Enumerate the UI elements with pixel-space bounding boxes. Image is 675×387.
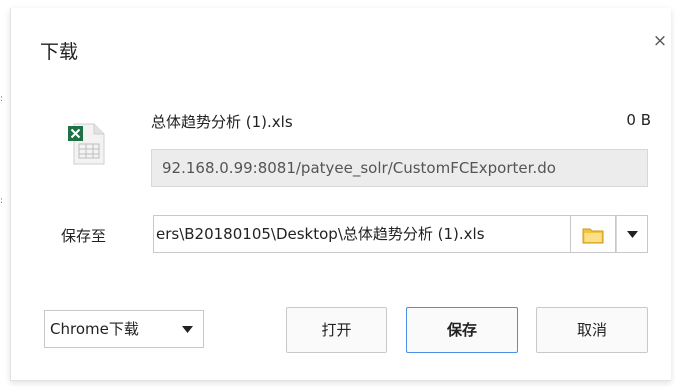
edge-artifact: : — [0, 196, 4, 206]
chevron-down-icon — [627, 231, 638, 238]
file-size: 0 B — [626, 111, 651, 129]
edge-artifact: : — [0, 94, 4, 104]
browse-folder-button[interactable] — [571, 215, 616, 253]
dialog-title: 下载 — [40, 41, 79, 63]
source-url-field: 92.168.0.99:8081/patyee_solr/CustomFCExp… — [151, 149, 648, 187]
download-manager-value: Chrome下载 — [50, 320, 139, 338]
close-icon[interactable]: × — [651, 32, 669, 50]
cancel-button[interactable]: 取消 — [536, 307, 648, 353]
chevron-down-icon — [182, 326, 193, 333]
folder-icon — [582, 228, 604, 244]
download-manager-select[interactable]: Chrome下载 — [44, 310, 204, 348]
open-button[interactable]: 打开 — [286, 307, 387, 353]
save-location-label: 保存至 — [61, 227, 107, 245]
excel-file-icon — [68, 120, 108, 168]
file-name: 总体趋势分析 (1).xls — [151, 113, 293, 131]
save-path-dropdown[interactable] — [616, 215, 648, 253]
page: : : 下载 × 总体趋势分析 (1).xls 0 B 92.168.0.99:… — [0, 0, 675, 387]
save-button[interactable]: 保存 — [406, 307, 518, 353]
download-dialog: 下载 × 总体趋势分析 (1).xls 0 B 92.168.0.99:8081… — [10, 8, 671, 381]
save-path-field[interactable]: ers\B20180105\Desktop\总体趋势分析 (1).xls — [153, 215, 571, 253]
